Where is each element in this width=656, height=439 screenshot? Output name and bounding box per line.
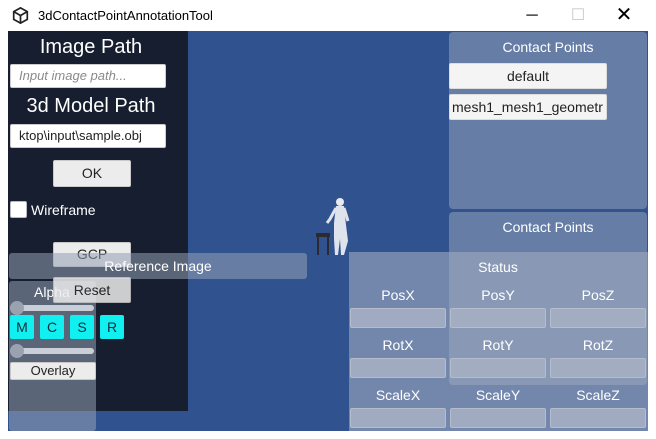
status-label: Status xyxy=(478,259,518,275)
ok-button[interactable]: OK xyxy=(53,160,131,187)
alpha-slider-handle[interactable] xyxy=(10,301,24,315)
model-path-label: 3d Model Path xyxy=(26,95,156,117)
roty-label: RotY xyxy=(482,337,514,353)
scene-viewport[interactable]: Image Path Input image path... 3d Model … xyxy=(8,31,648,431)
overlay-slider-handle[interactable] xyxy=(10,344,24,358)
close-icon[interactable]: ✕ xyxy=(601,0,647,31)
posx-label: PosX xyxy=(381,287,415,303)
posz-label: PosZ xyxy=(581,287,615,303)
posx-field[interactable] xyxy=(350,308,446,328)
mode-button-r[interactable]: R xyxy=(100,315,124,339)
overlay-button[interactable]: Overlay xyxy=(10,362,96,380)
mode-button-m[interactable]: M xyxy=(10,315,34,339)
rotz-label: RotZ xyxy=(582,337,614,353)
maximize-icon: ☐ xyxy=(570,7,586,24)
contact-points-title-2: Contact Points xyxy=(502,219,594,235)
scalez-label: ScaleZ xyxy=(576,387,620,403)
title-bar: 3dContactPointAnnotationTool ─ ☐ ✕ xyxy=(0,0,656,31)
rotx-field[interactable] xyxy=(350,358,446,378)
model-path-input[interactable]: ktop\input\sample.obj xyxy=(10,124,166,148)
roty-field[interactable] xyxy=(450,358,546,378)
scaley-label: ScaleY xyxy=(475,387,521,403)
posy-label: PosY xyxy=(481,287,515,303)
mode-button-s[interactable]: S xyxy=(70,315,94,339)
window-title: 3dContactPointAnnotationTool xyxy=(38,8,213,23)
mode-button-c[interactable]: C xyxy=(40,315,64,339)
scalex-field[interactable] xyxy=(350,408,446,428)
scalez-field[interactable] xyxy=(550,408,646,428)
contact-item-mesh1[interactable]: mesh1_mesh1_geometr xyxy=(449,94,607,120)
unity-icon xyxy=(12,7,29,24)
posz-field[interactable] xyxy=(550,308,646,328)
rotx-label: RotX xyxy=(382,337,414,353)
contact-item-default[interactable]: default xyxy=(449,63,607,89)
posy-field[interactable] xyxy=(450,308,546,328)
wireframe-checkbox[interactable] xyxy=(10,201,27,218)
wireframe-label: Wireframe xyxy=(31,202,96,218)
scalex-label: ScaleX xyxy=(375,387,421,403)
contact-points-title: Contact Points xyxy=(502,39,594,55)
reset-button[interactable]: Reset xyxy=(53,277,131,303)
rotz-field[interactable] xyxy=(550,358,646,378)
reference-image-label: Reference Image xyxy=(104,258,212,274)
contact-points-panel xyxy=(449,32,647,209)
image-path-label: Image Path xyxy=(39,36,143,58)
minimize-icon[interactable]: ─ xyxy=(509,0,555,31)
scaley-field[interactable] xyxy=(450,408,546,428)
image-path-input[interactable]: Input image path... xyxy=(10,64,166,88)
